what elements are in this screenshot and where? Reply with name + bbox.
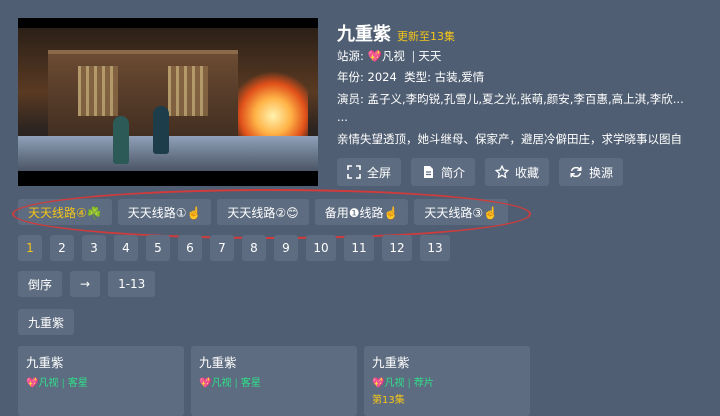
favorite-button[interactable]: 收藏 xyxy=(485,158,550,186)
card-divider: | xyxy=(61,378,65,389)
episode-button[interactable]: 8 xyxy=(242,235,266,261)
card-episode: 第13集 xyxy=(372,395,405,406)
fullscreen-button[interactable]: 全屏 xyxy=(337,158,402,186)
line-selector: 天天线路④☘️ 天天线路①☝️ 天天线路②😊 备用❶线路☝️ 天天线路③☝️ xyxy=(18,199,509,225)
card-title: 九重紫 xyxy=(372,355,410,370)
episode-button[interactable]: 1 xyxy=(18,235,42,261)
favorite-label: 收藏 xyxy=(515,165,540,180)
site-info: 站源: 💖凡视 | 天天 xyxy=(337,48,441,64)
page-title: 九重紫 xyxy=(337,24,391,45)
intro-label: 简介 xyxy=(441,165,466,180)
card-source-name: 凡视 xyxy=(38,378,59,389)
refresh-icon xyxy=(570,166,582,178)
title-chip[interactable]: 九重紫 xyxy=(18,309,75,335)
site-label: 站源: xyxy=(337,49,364,63)
star-icon xyxy=(495,165,510,179)
year-value: 2024 xyxy=(367,70,397,84)
episode-button[interactable]: 12 xyxy=(382,235,412,261)
card-source: 💖凡视 | 客星 xyxy=(26,374,176,389)
title-chip-row: 九重紫 xyxy=(18,309,75,335)
poster-figure xyxy=(113,116,129,164)
episode-button[interactable]: 7 xyxy=(210,235,234,261)
poster-window xyxy=(78,66,118,116)
source-card[interactable]: 九重紫 💖凡视 | 客星 xyxy=(18,346,184,416)
poster-building xyxy=(48,50,238,149)
cast-label: 演员: xyxy=(337,92,364,106)
heart-icon: 💖 xyxy=(372,378,385,389)
source-card[interactable]: 九重紫 💖凡视 | 荐片 第13集 xyxy=(364,346,530,416)
reverse-order-button[interactable]: 倒序 xyxy=(18,271,63,297)
cast-info: 演员: 孟子义,李昀锐,孔雪儿,夏之光,张萌,颜安,李百惠,高上淇,李欣... xyxy=(337,91,684,107)
source-card-list: 九重紫 💖凡视 | 客星 九重紫 💖凡视 | 客星 九重紫 💖凡视 | 荐片 第13集 xyxy=(18,346,530,416)
change-source-label: 换源 xyxy=(589,165,614,180)
episode-button[interactable]: 13 xyxy=(420,235,450,261)
fullscreen-label: 全屏 xyxy=(367,165,392,180)
card-divider: | xyxy=(234,378,238,389)
poster-figure xyxy=(153,106,169,154)
card-source-name: 凡视 xyxy=(211,378,232,389)
card-title: 九重紫 xyxy=(199,355,237,370)
heart-icon: 💖 xyxy=(26,378,39,389)
poster-image xyxy=(18,18,318,186)
episode-button[interactable]: 3 xyxy=(82,235,106,261)
sort-row: 倒序 → 1-13 xyxy=(18,271,156,297)
arrow-button[interactable]: → xyxy=(70,271,101,297)
heart-icon: 💖 xyxy=(199,378,212,389)
line-chip[interactable]: 天天线路④☘️ xyxy=(18,199,112,225)
type-value: 古装,爱情 xyxy=(434,70,485,84)
synopsis: 亲情失望透顶，她斗继母、保家产，避居冷僻田庄，求学晓事以图自 xyxy=(337,132,682,146)
poster-scene xyxy=(18,28,318,171)
card-title: 九重紫 xyxy=(26,355,64,370)
card-source-type: 客星 xyxy=(240,378,261,389)
fullscreen-icon xyxy=(347,165,361,179)
heart-icon: 💖 xyxy=(367,49,382,63)
episode-button[interactable]: 2 xyxy=(50,235,74,261)
line-chip[interactable]: 天天线路③☝️ xyxy=(414,199,509,225)
line-chip[interactable]: 天天线路②😊 xyxy=(217,199,309,225)
card-source: 💖凡视 | 荐片 xyxy=(372,374,522,389)
card-source-type: 荐片 xyxy=(413,378,434,389)
range-button[interactable]: 1-13 xyxy=(108,271,156,297)
card-source-name: 凡视 xyxy=(384,378,405,389)
card-source: 💖凡视 | 客星 xyxy=(199,374,349,389)
update-badge: 更新至13集 xyxy=(397,30,455,43)
card-divider: | xyxy=(407,378,411,389)
episode-list: 1 2 3 4 5 6 7 8 9 10 11 12 13 xyxy=(18,235,450,261)
document-icon xyxy=(424,166,434,178)
line-chip[interactable]: 备用❶线路☝️ xyxy=(314,199,409,225)
source-card[interactable]: 九重紫 💖凡视 | 客星 xyxy=(191,346,357,416)
episode-button[interactable]: 10 xyxy=(306,235,336,261)
year-label: 年份: xyxy=(337,70,364,84)
year-info: 年份: 2024 类型: 古装,爱情 xyxy=(337,69,484,85)
site-sub: 天天 xyxy=(418,49,442,63)
episode-button[interactable]: 4 xyxy=(114,235,138,261)
episode-button[interactable]: 5 xyxy=(146,235,170,261)
type-label: 类型: xyxy=(404,70,431,84)
poster-window xyxy=(168,66,208,116)
line-chip[interactable]: 天天线路①☝️ xyxy=(117,199,212,225)
cast-ellipsis: ... xyxy=(337,110,348,124)
site-name: 凡视 xyxy=(381,49,405,63)
episode-button[interactable]: 11 xyxy=(344,235,374,261)
change-source-button[interactable]: 换源 xyxy=(559,158,624,186)
episode-button[interactable]: 9 xyxy=(274,235,298,261)
card-source-type: 客星 xyxy=(67,378,88,389)
site-divider: | xyxy=(411,49,416,63)
action-bar: 全屏 简介 收藏 换源 xyxy=(337,158,624,186)
title-row: 九重紫 更新至13集 xyxy=(337,20,455,46)
cast-value: 孟子义,李昀锐,孔雪儿,夏之光,张萌,颜安,李百惠,高上淇,李欣... xyxy=(367,92,684,106)
episode-button[interactable]: 6 xyxy=(178,235,202,261)
intro-button[interactable]: 简介 xyxy=(411,158,476,186)
